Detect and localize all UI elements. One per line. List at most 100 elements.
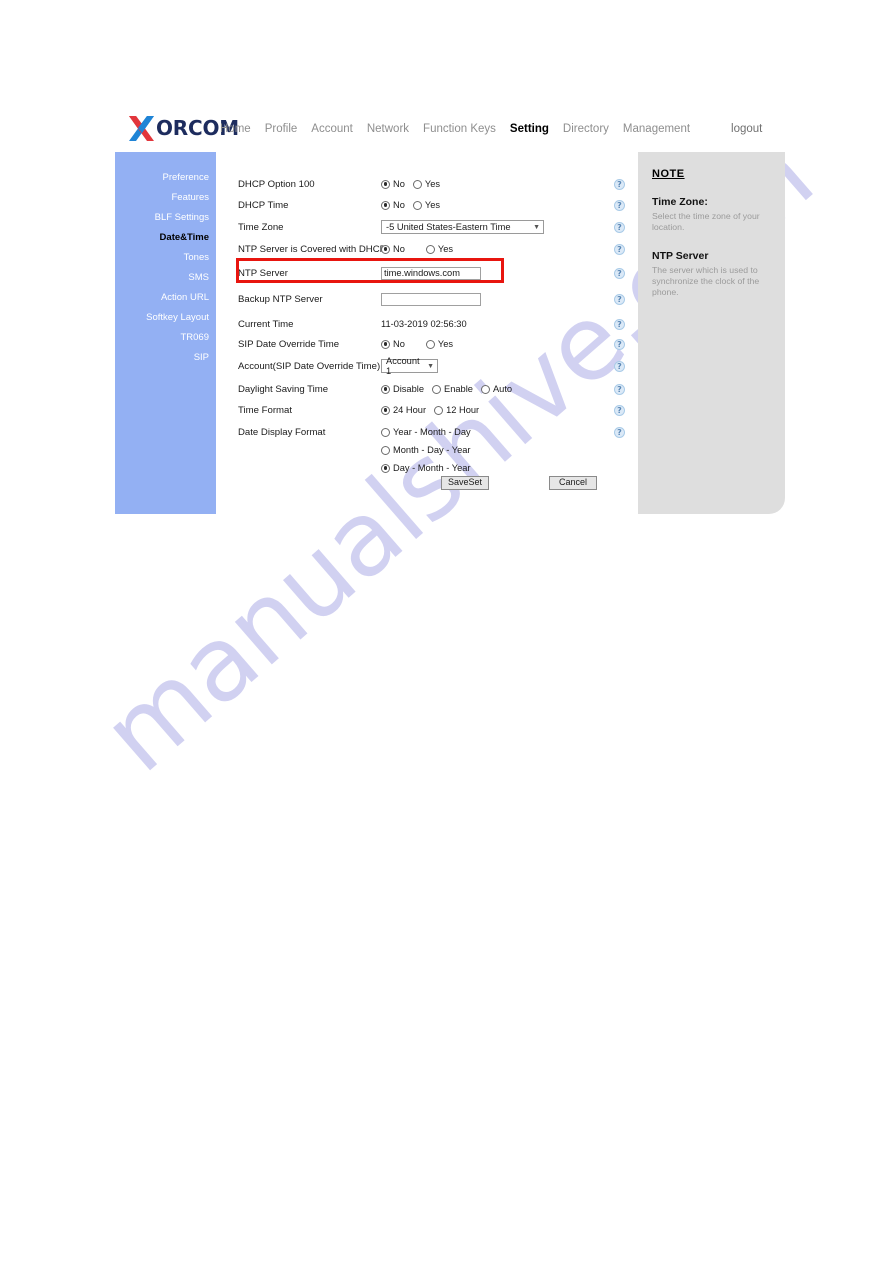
nav-item-function-keys[interactable]: Function Keys (423, 123, 496, 135)
help-question-icon[interactable]: ? (614, 404, 625, 416)
radio-sip-date-override-no[interactable]: No (381, 339, 405, 349)
row-daylight-saving: Daylight Saving Time Disable Enable Auto… (216, 379, 636, 399)
time-zone-value: -5 United States-Eastern Time (386, 222, 511, 232)
logout-link[interactable]: logout (731, 123, 762, 135)
control-date-display-format-1: Year - Month - Day (381, 427, 614, 437)
help-cell: ? (614, 243, 636, 255)
control-ntp-covered-dhcp: No Yes (381, 244, 614, 254)
settings-sidebar: Preference Features BLF Settings Date&Ti… (115, 152, 216, 514)
control-account-sip-override: Account 1 ▼ (381, 356, 614, 376)
help-cell: ? (614, 178, 636, 190)
row-ntp-covered-dhcp: NTP Server is Covered with DHCP No Yes ? (216, 239, 636, 259)
radio-daylight-enable[interactable]: Enable (432, 384, 473, 394)
sidebar-item-date-time[interactable]: Date&Time (115, 228, 216, 248)
help-cell: ? (614, 221, 636, 233)
sidebar-item-action-url[interactable]: Action URL (115, 288, 216, 308)
radio-daylight-disable[interactable]: Disable (381, 384, 424, 394)
radio-daylight-auto[interactable]: Auto (480, 384, 513, 394)
radio-label: Month - Day - Year (393, 445, 471, 455)
cancel-button[interactable]: Cancel (549, 476, 597, 490)
nav-item-profile[interactable]: Profile (265, 123, 298, 135)
ntp-server-input[interactable] (381, 266, 481, 280)
nav-item-network[interactable]: Network (367, 123, 409, 135)
chevron-down-icon: ▼ (427, 362, 434, 370)
label-dhcp-time: DHCP Time (238, 199, 289, 211)
nav-item-management[interactable]: Management (623, 123, 690, 135)
help-question-icon[interactable]: ? (614, 267, 625, 279)
radio-dot-icon (381, 384, 390, 394)
help-question-icon[interactable]: ? (614, 243, 625, 255)
nav-item-setting[interactable]: Setting (510, 123, 549, 135)
row-date-display-format: Date Display Format Year - Month - Day ? (216, 422, 636, 442)
sidebar-item-sip[interactable]: SIP (115, 348, 216, 368)
nav-item-account[interactable]: Account (311, 123, 353, 135)
sidebar-item-tones[interactable]: Tones (115, 248, 216, 268)
help-question-icon[interactable]: ? (614, 338, 625, 350)
radio-sip-date-override-yes[interactable]: Yes (425, 339, 453, 349)
help-cell: ? (614, 318, 636, 330)
help-question-icon[interactable]: ? (614, 178, 625, 190)
radio-ntp-covered-dhcp-no[interactable]: No (381, 244, 405, 254)
radio-dot-icon (480, 384, 490, 394)
row-time-zone: Time Zone -5 United States-Eastern Time … (216, 217, 636, 237)
radio-date-format-mdy[interactable]: Month - Day - Year (381, 445, 471, 455)
help-cell: ? (614, 426, 636, 438)
chevron-down-icon: ▼ (533, 223, 540, 231)
radio-dhcp-option-100-no[interactable]: No (381, 179, 405, 189)
sidebar-item-preference[interactable]: Preference (115, 168, 216, 188)
help-question-icon[interactable]: ? (614, 426, 625, 438)
nav-item-directory[interactable]: Directory (563, 123, 609, 135)
label-ntp-covered-dhcp: NTP Server is Covered with DHCP (238, 243, 387, 255)
nav-item-home[interactable]: Home (220, 123, 251, 135)
radio-dot-icon (425, 339, 435, 349)
help-cell: ? (614, 383, 636, 395)
help-question-icon[interactable]: ? (614, 318, 625, 330)
row-sip-date-override: SIP Date Override Time No Yes ? (216, 334, 636, 354)
row-dhcp-option-100: DHCP Option 100 No Yes ? (216, 174, 636, 194)
help-question-icon[interactable]: ? (614, 293, 625, 305)
note-panel: NOTE Time Zone: Select the time zone of … (638, 152, 785, 514)
logo-x-icon (129, 115, 155, 142)
date-time-settings-form: DHCP Option 100 No Yes ? DHCP Time No Ye… (216, 152, 636, 514)
note-body-time-zone: Select the time zone of your location. (652, 211, 760, 232)
radio-dhcp-option-100-yes[interactable]: Yes (412, 179, 440, 189)
radio-label: Yes (424, 200, 441, 210)
help-cell: ? (614, 404, 636, 416)
radio-ntp-covered-dhcp-yes[interactable]: Yes (425, 244, 453, 254)
sidebar-item-features[interactable]: Features (115, 188, 216, 208)
backup-ntp-server-input[interactable] (381, 292, 481, 306)
control-current-time: 11-03-2019 02:56:30 (381, 319, 614, 329)
main-navigation: Home Profile Account Network Function Ke… (220, 123, 762, 135)
radio-label: 12 Hour (446, 405, 480, 415)
radio-dot-icon (432, 384, 442, 394)
radio-time-format-24h[interactable]: 24 Hour (381, 405, 426, 415)
radio-dot-icon (381, 445, 390, 455)
account-select[interactable]: Account 1 ▼ (381, 356, 438, 376)
form-actions: SaveSet Cancel (216, 472, 636, 502)
web-ui-container: ORCOM Home Profile Account Network Funct… (113, 110, 785, 515)
label-dhcp-option-100: DHCP Option 100 (238, 178, 315, 190)
help-question-icon[interactable]: ? (614, 199, 625, 211)
sidebar-item-tr069[interactable]: TR069 (115, 328, 216, 348)
row-backup-ntp-server: Backup NTP Server ? (216, 289, 636, 309)
radio-label: Disable (393, 384, 425, 394)
help-question-icon[interactable]: ? (614, 360, 625, 372)
radio-date-format-ymd[interactable]: Year - Month - Day (381, 427, 471, 437)
sidebar-item-softkey-layout[interactable]: Softkey Layout (115, 308, 216, 328)
sidebar-item-sms[interactable]: SMS (115, 268, 216, 288)
help-question-icon[interactable]: ? (614, 221, 625, 233)
radio-dhcp-time-yes[interactable]: Yes (412, 200, 441, 210)
radio-time-format-12h[interactable]: 12 Hour (434, 405, 479, 415)
radio-label: Auto (492, 384, 513, 394)
time-zone-select[interactable]: -5 United States-Eastern Time ▼ (381, 220, 544, 234)
help-question-icon[interactable]: ? (614, 383, 625, 395)
help-cell: ? (614, 199, 636, 211)
row-account-sip-override: Account(SIP Date Override Time) Account … (216, 356, 636, 376)
radio-label: Enable (444, 384, 473, 394)
control-daylight-saving: Disable Enable Auto (381, 384, 614, 394)
sidebar-item-blf-settings[interactable]: BLF Settings (115, 208, 216, 228)
saveset-button[interactable]: SaveSet (441, 476, 490, 490)
radio-dot-icon (381, 339, 390, 349)
control-backup-ntp-server (381, 292, 614, 306)
radio-dhcp-time-no[interactable]: No (381, 200, 405, 210)
